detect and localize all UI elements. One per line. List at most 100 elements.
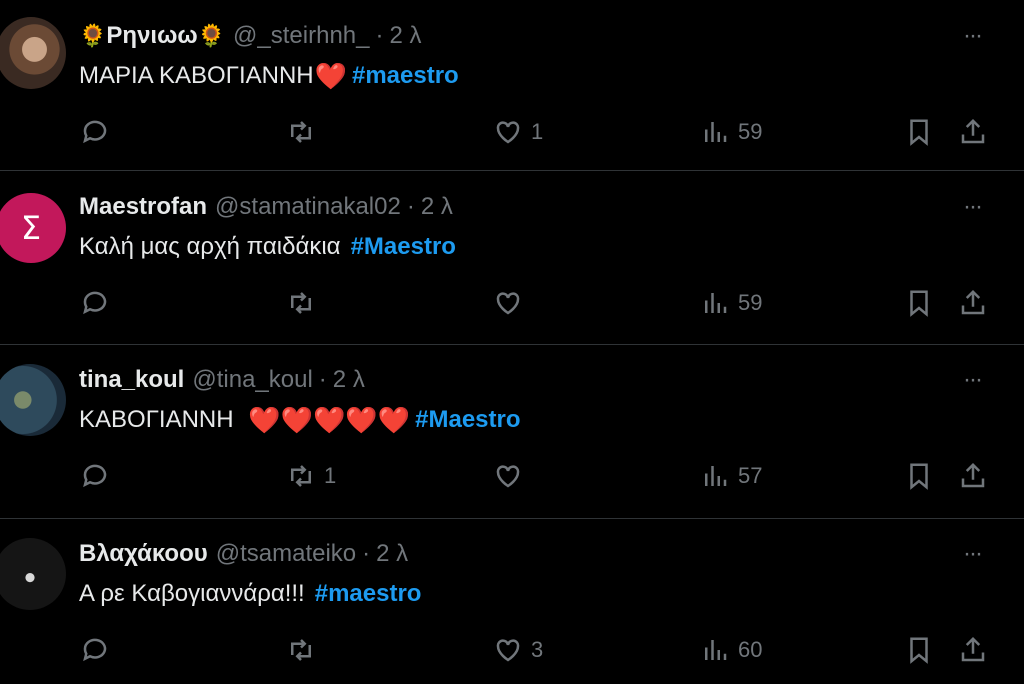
like-button[interactable]: [493, 283, 531, 323]
like-button[interactable]: 3: [493, 630, 543, 670]
avatar[interactable]: [0, 364, 66, 436]
more-icon[interactable]: ···: [958, 20, 986, 52]
tweet-body: Καλή μας αρχή παιδάκια: [79, 233, 341, 260]
hashtag-link[interactable]: #maestro: [352, 62, 459, 90]
tweet[interactable]: Σ Maestrofan @stamatinakal02 · 2 λ ··· Κ…: [0, 171, 1024, 344]
share-icon: [961, 289, 985, 315]
reply-button[interactable]: [80, 283, 118, 323]
tweet-actions: 3 60: [0, 630, 1024, 670]
more-icon[interactable]: ···: [958, 364, 986, 396]
share-button[interactable]: [958, 630, 988, 670]
reply-button[interactable]: [80, 456, 118, 496]
reply-button[interactable]: [80, 112, 118, 152]
share-button[interactable]: [958, 112, 988, 152]
user-handle[interactable]: @stamatinakal02: [215, 193, 401, 221]
display-name[interactable]: Ρηνιωω: [106, 22, 197, 50]
tweet-text: ΚΑΒΟΓΙΑΝΝΗ ❤️❤️❤️❤️❤️ #Maestro: [79, 404, 521, 436]
retweet-button[interactable]: [286, 283, 324, 323]
hashtag-link[interactable]: #Maestro: [351, 233, 456, 261]
like-count: 3: [531, 637, 544, 662]
reply-button[interactable]: [80, 630, 118, 670]
views-icon: [705, 122, 727, 142]
avatar[interactable]: [0, 538, 66, 610]
tweet-header: Maestrofan @stamatinakal02 · 2 λ: [79, 191, 453, 223]
timestamp[interactable]: 2 λ: [376, 540, 408, 568]
views-button[interactable]: 60: [700, 630, 762, 670]
reply-icon: [83, 120, 107, 144]
sunflower-emoji: 🌻: [79, 23, 107, 48]
user-handle[interactable]: @tina_koul: [192, 366, 312, 394]
like-icon: [496, 465, 520, 488]
tweet-text: ΜΑΡΙΑ ΚΑΒΟΓΙΑΝΝΗ ❤️ #maestro: [79, 60, 459, 92]
share-button[interactable]: [958, 456, 988, 496]
tweet-actions: 1 57: [0, 456, 1024, 496]
timeline-feed: 🌻 Ρηνιωω 🌻 @_steirhnh_ · 2 λ ··· ΜΑΡΙΑ Κ…: [0, 0, 1024, 684]
tweet-body: Α ρε Καβογιαννάρα!!!: [79, 580, 305, 607]
bookmark-icon: [910, 290, 928, 317]
retweet-button[interactable]: [286, 630, 324, 670]
separator-dot: ·: [362, 540, 371, 567]
retweet-icon: [291, 121, 311, 143]
views-icon: [705, 466, 727, 486]
user-handle[interactable]: @tsamateiko: [216, 540, 356, 568]
bookmark-button[interactable]: [904, 112, 934, 152]
tweet-header: 🌻 Ρηνιωω 🌻 @_steirhnh_ · 2 λ: [79, 20, 422, 52]
retweet-icon: [291, 639, 311, 661]
retweet-button[interactable]: [286, 112, 324, 152]
bookmark-button[interactable]: [904, 630, 934, 670]
views-button[interactable]: 57: [700, 456, 762, 496]
tweet-header: tina_koul @tina_koul · 2 λ: [79, 364, 365, 396]
timestamp[interactable]: 2 λ: [333, 366, 365, 394]
share-button[interactable]: [958, 283, 988, 323]
separator-dot: ·: [375, 22, 384, 49]
reply-icon: [83, 291, 107, 315]
retweet-button[interactable]: 1: [286, 456, 336, 496]
more-icon[interactable]: ···: [958, 191, 986, 223]
sunflower-emoji: 🌻: [197, 23, 226, 48]
tweet-body: ΚΑΒΟΓΙΑΝΝΗ: [79, 406, 241, 433]
display-name[interactable]: tina_koul: [79, 366, 184, 394]
bookmark-icon: [910, 637, 928, 664]
tweet-header: Βλαχάκοου @tsamateiko · 2 λ: [79, 538, 408, 570]
display-name[interactable]: Maestrofan: [79, 193, 207, 221]
views-button[interactable]: 59: [700, 112, 762, 152]
view-count: 60: [738, 637, 763, 662]
hashtag-link[interactable]: #maestro: [315, 580, 422, 608]
tweet[interactable]: Βλαχάκοου @tsamateiko · 2 λ ··· Α ρε Καβ…: [0, 518, 1024, 684]
view-count: 59: [738, 119, 763, 144]
display-name[interactable]: Βλαχάκοου: [79, 540, 208, 568]
like-icon: [496, 639, 520, 662]
separator-dot: ·: [406, 193, 415, 220]
avatar[interactable]: [0, 17, 66, 89]
view-count: 59: [738, 290, 763, 315]
hashtag-link[interactable]: #Maestro: [415, 406, 520, 434]
like-button[interactable]: [493, 456, 531, 496]
bookmark-button[interactable]: [904, 456, 934, 496]
avatar[interactable]: Σ: [0, 193, 66, 263]
tweet-actions: 59: [0, 283, 1024, 323]
views-icon: [705, 640, 727, 660]
share-icon: [961, 636, 985, 662]
like-icon: [496, 121, 520, 144]
tweet[interactable]: 🌻 Ρηνιωω 🌻 @_steirhnh_ · 2 λ ··· ΜΑΡΙΑ Κ…: [0, 0, 1024, 171]
retweet-icon: [291, 465, 311, 487]
timestamp[interactable]: 2 λ: [390, 22, 422, 50]
tweet-body: ΜΑΡΙΑ ΚΑΒΟΓΙΑΝΝΗ: [79, 62, 314, 89]
views-button[interactable]: 59: [700, 283, 762, 323]
bookmark-icon: [910, 119, 928, 146]
like-count: 1: [531, 119, 544, 144]
more-icon[interactable]: ···: [958, 538, 986, 570]
retweet-icon: [291, 292, 311, 314]
like-icon: [496, 292, 520, 315]
retweet-count: 1: [324, 463, 337, 488]
bookmark-icon: [910, 463, 928, 490]
timestamp[interactable]: 2 λ: [421, 193, 453, 221]
tweet-text: Καλή μας αρχή παιδάκια #Maestro: [79, 231, 456, 263]
bookmark-button[interactable]: [904, 283, 934, 323]
tweet[interactable]: tina_koul @tina_koul · 2 λ ··· ΚΑΒΟΓΙΑΝΝ…: [0, 344, 1024, 518]
share-icon: [961, 118, 985, 144]
view-count: 57: [738, 463, 763, 488]
user-handle[interactable]: @_steirhnh_: [233, 22, 369, 50]
reply-icon: [83, 464, 107, 488]
like-button[interactable]: 1: [493, 112, 543, 152]
